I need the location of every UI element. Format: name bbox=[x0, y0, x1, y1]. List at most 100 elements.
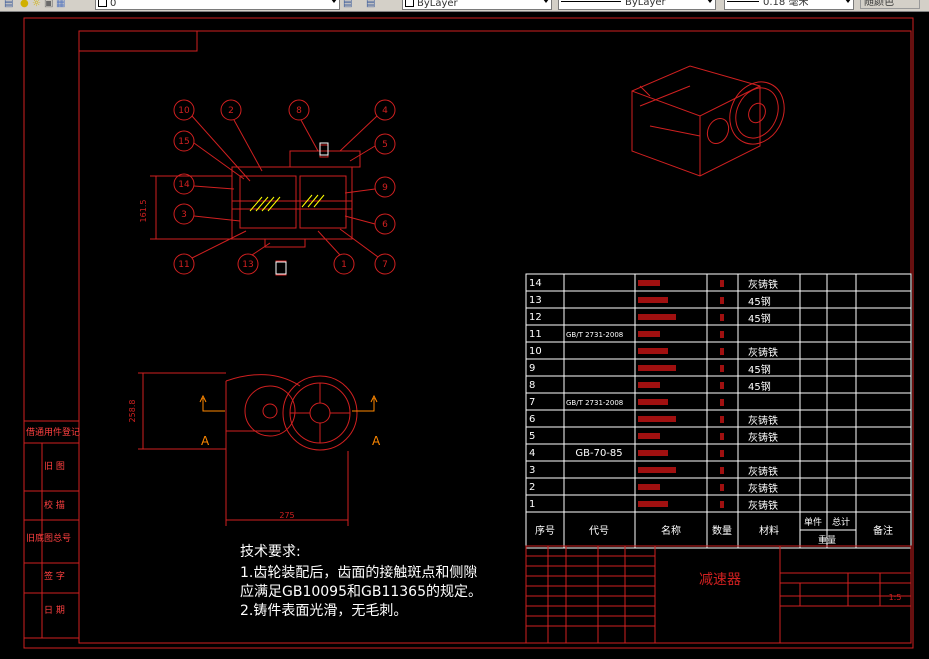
bom-header-unit: 单件 bbox=[804, 516, 822, 528]
side-strip-label: 校 描 bbox=[44, 499, 65, 511]
drawing-number-box bbox=[78, 30, 198, 52]
bom-row-number: 12 bbox=[529, 312, 542, 323]
bom-row-qty-glyph bbox=[720, 382, 724, 389]
side-width-dimension: 275 bbox=[279, 511, 294, 520]
bom-row-qty-glyph bbox=[720, 450, 724, 457]
callout-number: 11 bbox=[178, 260, 189, 270]
side-strip-label: 旧底图总号 bbox=[26, 532, 71, 544]
bom-row-name-glyph bbox=[638, 484, 660, 490]
bom-row-name-glyph bbox=[638, 467, 676, 473]
drawing-canvas[interactable]: 借通用件登记 旧 图 校 描 旧底图总号 签 字 日 期 10 2 8 4 15… bbox=[0, 11, 929, 659]
side-view: A A 258.8 275 bbox=[128, 372, 381, 526]
callout-number: 9 bbox=[382, 183, 388, 193]
bom-header-code: 代号 bbox=[589, 525, 609, 537]
color-value: ByLayer bbox=[417, 0, 458, 9]
bom-header-no: 序号 bbox=[535, 524, 555, 537]
bom-row-code: GB/T 2731-2008 bbox=[566, 399, 623, 407]
drawing-name: 减速器 bbox=[699, 572, 741, 588]
bom-row-number: 7 bbox=[529, 397, 535, 408]
bom-row-material: 45钢 bbox=[748, 312, 771, 325]
title-block bbox=[525, 545, 912, 644]
side-strip-label: 借通用件登记 bbox=[26, 426, 80, 438]
front-height-dimension: 161.5 bbox=[139, 200, 148, 223]
callout-number: 6 bbox=[382, 220, 388, 230]
left-side-strip-labels: 借通用件登记 旧 图 校 描 旧底图总号 签 字 日 期 bbox=[26, 426, 80, 616]
linetype-dropdown[interactable]: ByLayer bbox=[558, 0, 716, 10]
callout-number: 4 bbox=[382, 106, 388, 116]
bom-header-material: 材料 bbox=[759, 524, 779, 537]
bom-row-name-glyph bbox=[638, 433, 660, 439]
layer-manager-icon[interactable]: ▤ bbox=[4, 0, 14, 9]
tech-req-line: 2.铸件表面光滑，无毛刺。 bbox=[240, 602, 407, 619]
bom-row-material: 灰铸铁 bbox=[748, 482, 778, 495]
side-strip-label: 签 字 bbox=[44, 570, 65, 582]
callout-number: 13 bbox=[242, 260, 253, 270]
bom-header-name: 名称 bbox=[661, 524, 681, 537]
bom-row-material: 灰铸铁 bbox=[748, 278, 778, 291]
lock-icon[interactable]: ▣ bbox=[44, 0, 54, 9]
side-strip-label: 旧 图 bbox=[44, 461, 65, 472]
layer-color-icon[interactable]: ▦ bbox=[56, 0, 66, 9]
bom-row-qty-glyph bbox=[720, 467, 724, 474]
bom-row-number: 13 bbox=[529, 295, 542, 306]
bom-row-qty-glyph bbox=[720, 399, 724, 406]
lineweight-value: 0.18 毫米 bbox=[763, 0, 809, 8]
bom-row-number: 6 bbox=[529, 414, 535, 425]
lineweight-dropdown[interactable]: 0.18 毫米 bbox=[724, 0, 854, 10]
bom-row-number: 2 bbox=[529, 482, 535, 493]
light-bulb-icon[interactable]: ● bbox=[20, 0, 30, 9]
chevron-down-icon bbox=[845, 0, 851, 3]
layer-dropdown[interactable]: 0 bbox=[95, 0, 340, 10]
bom-row-name-glyph bbox=[638, 450, 668, 456]
section-cut-line bbox=[199, 394, 378, 412]
side-strip-label: 日 期 bbox=[44, 605, 65, 616]
bom-header-weight: 重量 bbox=[818, 534, 836, 546]
callout-number: 5 bbox=[382, 140, 388, 150]
section-label-right: A bbox=[372, 434, 381, 448]
side-height-dimension: 258.8 bbox=[128, 400, 137, 423]
bom-row-qty-glyph bbox=[720, 280, 724, 287]
isometric-view bbox=[631, 65, 785, 177]
bom-row-number: 8 bbox=[529, 380, 535, 391]
bom-row-number: 3 bbox=[529, 465, 535, 476]
sun-icon[interactable]: ☼ bbox=[32, 0, 42, 9]
bom-row-code: GB-70-85 bbox=[575, 448, 622, 459]
callout-number: 15 bbox=[178, 137, 189, 147]
bom-row-number: 11 bbox=[529, 329, 542, 340]
callout-number: 14 bbox=[178, 180, 190, 190]
bom-row-material: 灰铸铁 bbox=[748, 465, 778, 478]
bom-row-number: 4 bbox=[529, 448, 535, 459]
technical-requirements: 技术要求: 1.齿轮装配后，齿面的接触斑点和侧隙 应满足GB10095和GB11… bbox=[240, 544, 482, 619]
sheet-inner-border bbox=[78, 30, 912, 644]
chevron-down-icon bbox=[543, 0, 549, 3]
plotstyle-value: 随颜色 bbox=[864, 0, 894, 8]
chevron-down-icon bbox=[331, 0, 337, 3]
bom-row-name-glyph bbox=[638, 314, 676, 320]
bom-row-name-glyph bbox=[638, 382, 660, 388]
bom-row-qty-glyph bbox=[720, 331, 724, 338]
bom-row-name-glyph bbox=[638, 501, 668, 507]
bom-row-code: GB/T 2731-2008 bbox=[566, 331, 623, 339]
make-current-layer-icon[interactable]: ▤ bbox=[343, 0, 353, 9]
bom-row-material: 灰铸铁 bbox=[748, 431, 778, 444]
bom-row-material: 45钢 bbox=[748, 380, 771, 393]
bom-row-material: 45钢 bbox=[748, 295, 771, 308]
bom-row-name-glyph bbox=[638, 416, 676, 422]
bom-row-name-glyph bbox=[638, 365, 676, 371]
bom-header-total: 总计 bbox=[832, 516, 850, 528]
bom-row-material: 灰铸铁 bbox=[748, 346, 778, 359]
color-swatch bbox=[405, 0, 414, 7]
bom-row-qty-glyph bbox=[720, 416, 724, 423]
bom-row-qty-glyph bbox=[720, 348, 724, 355]
plotstyle-dropdown[interactable]: 随颜色 bbox=[860, 0, 920, 9]
layer-previous-icon[interactable]: ▤ bbox=[366, 0, 376, 9]
bom-row-number: 5 bbox=[529, 431, 535, 442]
lineweight-sample bbox=[727, 1, 759, 2]
bom-row-qty-glyph bbox=[720, 433, 724, 440]
color-dropdown[interactable]: ByLayer bbox=[402, 0, 552, 10]
callout-number: 10 bbox=[178, 106, 190, 116]
callout-number: 7 bbox=[382, 260, 388, 270]
bom-row-number: 10 bbox=[529, 346, 542, 357]
bom-row-qty-glyph bbox=[720, 297, 724, 304]
tech-req-line: 1.齿轮装配后，齿面的接触斑点和侧隙 bbox=[240, 564, 477, 581]
